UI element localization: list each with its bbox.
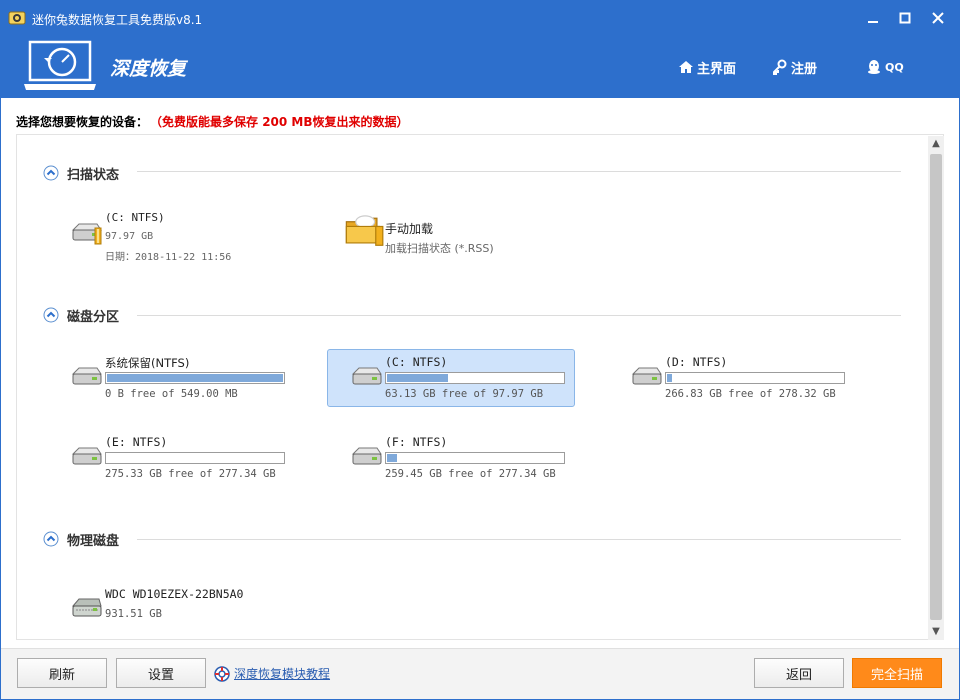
footer: 刷新 设置 深度恢复模块教程 返回 完全扫描 <box>0 648 960 700</box>
qq-penguin-icon <box>868 60 880 74</box>
title-bar[interactable]: 迷你兔数据恢复工具免费版v8.1 <box>0 0 960 36</box>
nav-register-label: 注册 <box>791 61 818 77</box>
drive-icon <box>71 447 102 465</box>
section-scan-state[interactable]: 扫描状态 <box>43 163 119 183</box>
nav-home[interactable]: 主界面 <box>678 58 737 77</box>
brand-title: 深度恢复 <box>110 58 187 80</box>
drive-icon <box>351 367 382 385</box>
section-physical-title: 物理磁盘 <box>67 533 120 549</box>
nav-qq-label: QQ <box>885 60 904 74</box>
usage-bar <box>385 372 565 384</box>
section-partitions[interactable]: 磁盘分区 <box>43 305 119 325</box>
drive-icon <box>71 223 102 245</box>
scan-state-size: 97.97 GB <box>105 231 154 242</box>
partition-name: (C: NTFS) <box>385 355 448 369</box>
drive-icon <box>631 367 662 385</box>
partition-free: 266.83 GB free of 278.32 GB <box>665 388 836 400</box>
window-title: 迷你兔数据恢复工具免费版v8.1 <box>32 13 203 27</box>
scroll-down-icon[interactable]: ▼ <box>928 624 944 640</box>
usage-bar <box>385 452 565 464</box>
section-scan-state-title: 扫描状态 <box>67 167 120 183</box>
partition-name: (D: NTFS) <box>665 355 728 369</box>
settings-button[interactable]: 设置 <box>116 658 206 688</box>
drive-icon <box>71 367 102 385</box>
scan-state-date: 日期：2018-11-22 11:56 <box>105 252 232 263</box>
device-prompt: 选择您想要恢复的设备： （免费版能最多保存 200 MB恢复出来的数据） <box>16 113 409 130</box>
partition-d[interactable]: (D: NTFS) 266.83 GB free of 278.32 GB <box>607 349 855 407</box>
section-divider <box>137 539 901 540</box>
scroll-up-icon[interactable]: ▲ <box>928 136 944 152</box>
device-list-panel: 扫描状态 (C: NTFS) 97.97 GB 日期：2018-11-22 11… <box>16 134 944 640</box>
lifebuoy-icon <box>214 665 230 682</box>
back-button[interactable]: 返回 <box>754 658 844 688</box>
deep-recovery-logo-icon <box>24 40 96 90</box>
scan-state-c-drive[interactable]: (C: NTFS) 97.97 GB 日期：2018-11-22 11:56 <box>47 205 295 263</box>
minimize-button[interactable] <box>862 8 884 28</box>
full-scan-button[interactable]: 完全扫描 <box>852 658 942 688</box>
manual-load-subtitle: 加载扫描状态 (*.RSS) <box>385 242 494 255</box>
partition-free: 63.13 GB free of 97.97 GB <box>385 388 544 400</box>
prompt-text: 选择您想要恢复的设备： <box>16 115 149 129</box>
usage-bar <box>105 372 285 384</box>
collapse-chevron-icon <box>43 531 59 547</box>
partition-e[interactable]: (E: NTFS) 275.33 GB free of 277.34 GB <box>47 429 295 487</box>
section-divider <box>137 171 901 172</box>
physical-disk-name: WDC WD10EZEX-22BN5A0 <box>105 587 244 601</box>
folder-icon <box>345 215 384 246</box>
section-physical-disks[interactable]: 物理磁盘 <box>43 529 119 549</box>
partition-system-reserved[interactable]: 系统保留(NTFS) 0 B free of 549.00 MB <box>47 349 295 407</box>
partition-c[interactable]: (C: NTFS) 63.13 GB free of 97.97 GB <box>327 349 575 407</box>
drive-icon <box>351 447 382 465</box>
maximize-button[interactable] <box>894 8 916 28</box>
physical-disk-wdc[interactable]: WDC WD10EZEX-22BN5A0 931.51 GB <box>47 581 295 639</box>
manual-load-title: 手动加载 <box>385 222 434 236</box>
physical-disk-size: 931.51 GB <box>105 608 162 620</box>
section-partitions-title: 磁盘分区 <box>67 309 120 325</box>
nav-register[interactable]: 注册 <box>772 58 818 77</box>
partition-free: 0 B free of 549.00 MB <box>105 388 238 400</box>
usage-bar-fill <box>107 374 283 382</box>
usage-bar <box>665 372 845 384</box>
partition-name: 系统保留(NTFS) <box>105 356 190 370</box>
key-icon <box>773 59 787 75</box>
nav-qq[interactable]: QQ <box>866 58 904 76</box>
usage-bar-fill <box>387 374 449 382</box>
close-icon <box>932 12 944 24</box>
scan-state-name: (C: NTFS) <box>105 211 165 224</box>
scrollbar-thumb[interactable] <box>930 154 942 620</box>
partition-name: (F: NTFS) <box>385 435 448 449</box>
free-limit-warning: （免费版能最多保存 200 MB恢复出来的数据） <box>156 115 409 129</box>
section-divider <box>137 315 901 316</box>
manual-load-item[interactable]: 手动加载 加载扫描状态 (*.RSS) <box>327 205 575 263</box>
partition-free: 259.45 GB free of 277.34 GB <box>385 468 556 480</box>
minimize-icon <box>868 21 878 23</box>
maximize-icon <box>899 12 911 24</box>
app-icon <box>8 11 26 25</box>
collapse-chevron-icon <box>43 307 59 323</box>
tutorial-link-label: 深度恢复模块教程 <box>234 667 331 681</box>
usage-bar-fill <box>387 454 397 462</box>
partition-name: (E: NTFS) <box>105 435 168 449</box>
partition-f[interactable]: (F: NTFS) 259.45 GB free of 277.34 GB <box>327 429 575 487</box>
tutorial-link[interactable]: 深度恢复模块教程 <box>214 665 330 682</box>
home-icon <box>679 61 693 73</box>
close-button[interactable] <box>927 8 949 28</box>
usage-bar-fill <box>667 374 673 382</box>
vertical-scrollbar[interactable]: ▲ ▼ <box>928 136 944 640</box>
header: 深度恢复 主界面 注册 QQ <box>0 36 960 98</box>
usage-bar <box>105 452 285 464</box>
refresh-button[interactable]: 刷新 <box>17 658 107 688</box>
collapse-chevron-icon <box>43 165 59 181</box>
nav-home-label: 主界面 <box>697 61 737 77</box>
hard-disk-icon <box>71 598 102 617</box>
partition-free: 275.33 GB free of 277.34 GB <box>105 468 276 480</box>
